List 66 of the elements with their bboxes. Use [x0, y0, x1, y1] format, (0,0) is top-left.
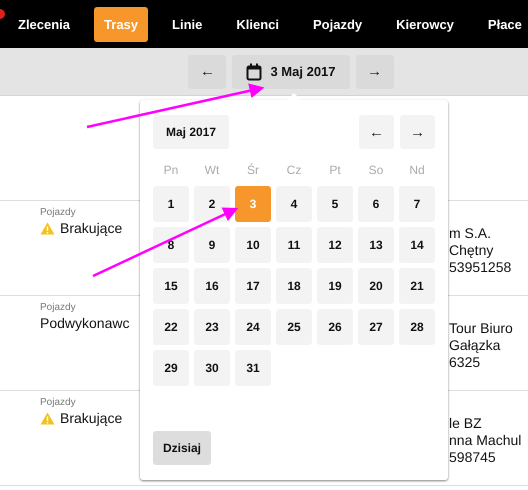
- row-title: Brakujące: [60, 410, 122, 426]
- day-button[interactable]: 16: [194, 268, 230, 304]
- weekday-label: Wt: [204, 162, 220, 179]
- weekday-label: Nd: [408, 162, 426, 179]
- day-button[interactable]: 17: [235, 268, 271, 304]
- day-button[interactable]: 28: [399, 309, 435, 345]
- row-detail: nna Machul: [449, 432, 522, 449]
- weekday-label: Śr: [246, 162, 260, 179]
- day-button[interactable]: 13: [358, 227, 394, 263]
- next-month-button[interactable]: →: [400, 115, 435, 149]
- previous-month-button[interactable]: ←: [359, 115, 394, 149]
- day-button[interactable]: 10: [235, 227, 271, 263]
- day-button[interactable]: 1: [153, 186, 189, 222]
- nav-tab[interactable]: Pojazdy: [302, 6, 372, 42]
- row-detail: Chętny: [449, 242, 494, 259]
- day-button[interactable]: 30: [194, 350, 230, 386]
- weekday-label: Cz: [286, 162, 302, 179]
- category-label: Pojazdy: [40, 302, 77, 313]
- calendar-icon: [246, 62, 262, 80]
- weekday-label: Pt: [328, 162, 342, 179]
- month-button[interactable]: Maj 2017: [153, 115, 230, 149]
- row-title: Brakujące: [60, 220, 122, 236]
- date-button[interactable]: 3 Maj 2017: [232, 54, 350, 88]
- today-button[interactable]: Dzisiaj: [153, 431, 212, 465]
- row-detail: Tour Biuro: [449, 320, 513, 337]
- row-title: Podwykonawc: [40, 315, 130, 331]
- day-button[interactable]: 9: [194, 227, 230, 263]
- day-button[interactable]: 31: [235, 350, 271, 386]
- day-button[interactable]: 24: [235, 309, 271, 345]
- row-detail: m S.A.: [449, 225, 492, 242]
- day-button[interactable]: 12: [317, 227, 353, 263]
- row-detail: le BZ: [449, 415, 483, 432]
- day-button[interactable]: 23: [194, 309, 230, 345]
- row-detail: 6325: [449, 354, 482, 371]
- day-button[interactable]: 25: [276, 309, 312, 345]
- day-button[interactable]: 22: [153, 309, 189, 345]
- day-button[interactable]: 7: [399, 186, 435, 222]
- row-detail: 598745: [449, 449, 497, 466]
- day-button[interactable]: 29: [153, 350, 189, 386]
- day-button[interactable]: 8: [153, 227, 189, 263]
- day-button[interactable]: 21: [399, 268, 435, 304]
- day-button[interactable]: 5: [317, 186, 353, 222]
- day-button[interactable]: 11: [276, 227, 312, 263]
- day-button[interactable]: 26: [317, 309, 353, 345]
- day-button[interactable]: 2: [194, 186, 230, 222]
- category-label: Pojazdy: [40, 397, 77, 408]
- day-button[interactable]: 6: [358, 186, 394, 222]
- nav-tab[interactable]: Kierowcy: [386, 6, 464, 42]
- weekday-label: Pn: [162, 162, 180, 179]
- weekday-label: So: [368, 162, 384, 179]
- row-detail: 53951258: [449, 259, 512, 276]
- next-day-button[interactable]: →: [356, 54, 394, 88]
- day-button[interactable]: 20: [358, 268, 394, 304]
- day-button[interactable]: 18: [276, 268, 312, 304]
- nav-tab[interactable]: Klienci: [226, 6, 289, 42]
- row-detail: Gałązka: [449, 337, 502, 354]
- category-label: Pojazdy: [40, 207, 77, 218]
- nav-tab[interactable]: Zlecenia: [8, 6, 80, 42]
- nav-tab[interactable]: Płace: [478, 6, 528, 42]
- day-button[interactable]: 27: [358, 309, 394, 345]
- day-button[interactable]: 4: [276, 186, 312, 222]
- day-button[interactable]: 19: [317, 268, 353, 304]
- day-button[interactable]: 15: [153, 268, 189, 304]
- day-button[interactable]: 14: [399, 227, 435, 263]
- nav-tab[interactable]: Linie: [162, 6, 212, 42]
- previous-day-button[interactable]: ←: [188, 54, 226, 88]
